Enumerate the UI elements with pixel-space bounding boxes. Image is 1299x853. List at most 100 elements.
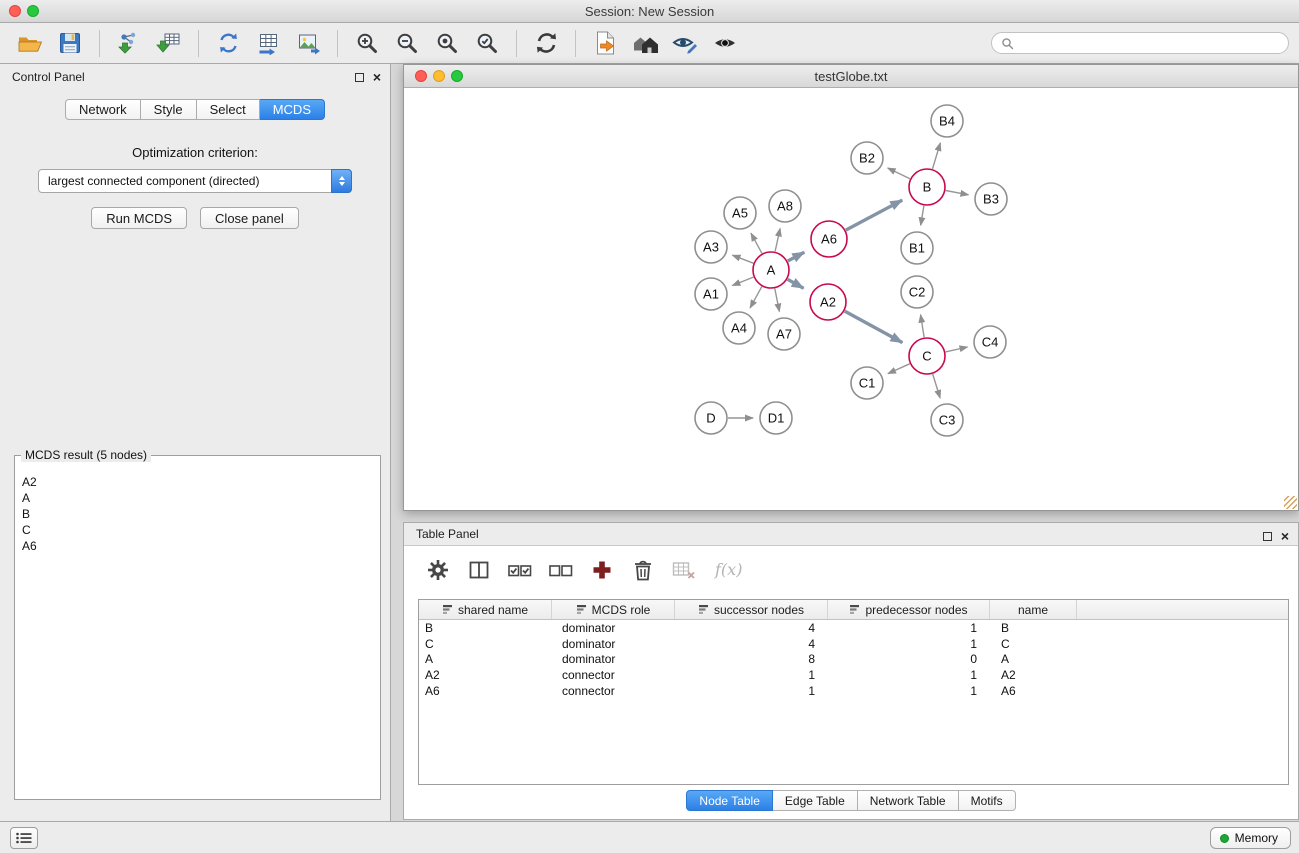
cell-mcds-role[interactable]: dominator: [552, 652, 675, 666]
cell-successor-nodes[interactable]: 1: [675, 684, 828, 698]
graph-edge-A-A2[interactable]: [788, 279, 804, 288]
float-table-panel-icon[interactable]: [1263, 532, 1272, 541]
graph-node-A4[interactable]: A4: [723, 312, 755, 344]
graph-edge-A-A3[interactable]: [733, 255, 754, 263]
import-network-file-button[interactable]: [109, 26, 149, 60]
table-row[interactable]: B dominator 4 1 B: [419, 620, 1288, 636]
cell-name[interactable]: A6: [990, 684, 1077, 698]
graph-edge-A2-C[interactable]: [845, 311, 903, 343]
column-header-shared-name[interactable]: shared name: [419, 600, 552, 619]
tab-network[interactable]: Network: [65, 99, 141, 120]
graph-node-C4[interactable]: C4: [974, 326, 1006, 358]
graph-node-A6[interactable]: A6: [811, 221, 847, 257]
export-image-button[interactable]: [288, 26, 328, 60]
deselect-all-button[interactable]: [547, 555, 575, 585]
graph-edge-A-A1[interactable]: [732, 277, 753, 285]
graph-edge-C-C1[interactable]: [888, 364, 910, 374]
table-row[interactable]: C dominator 4 1 C: [419, 636, 1288, 652]
graph-edge-A-A8[interactable]: [775, 229, 780, 252]
task-history-button[interactable]: [10, 827, 38, 849]
mcds-result-item[interactable]: A: [22, 490, 373, 506]
graph-edge-B-B3[interactable]: [946, 191, 969, 195]
search-box[interactable]: [991, 32, 1289, 54]
table-row[interactable]: A6 connector 1 1 A6: [419, 683, 1288, 699]
network-minimize-button[interactable]: [433, 70, 445, 82]
open-session-button[interactable]: [10, 26, 50, 60]
column-header-predecessor-nodes[interactable]: predecessor nodes: [828, 600, 990, 619]
tab-network-table[interactable]: Network Table: [858, 790, 959, 811]
graph-node-A1[interactable]: A1: [695, 278, 727, 310]
cell-mcds-role[interactable]: dominator: [552, 637, 675, 651]
cell-predecessor-nodes[interactable]: 1: [828, 621, 990, 635]
graph-edge-A-A4[interactable]: [750, 287, 762, 308]
graph-edge-A-A7[interactable]: [775, 289, 780, 312]
graph-edge-B-B4[interactable]: [933, 143, 941, 169]
cell-shared-name[interactable]: A6: [419, 684, 552, 698]
cell-name[interactable]: A: [990, 652, 1077, 666]
refresh-button[interactable]: [526, 26, 566, 60]
graph-node-B4[interactable]: B4: [931, 105, 963, 137]
cell-mcds-role[interactable]: connector: [552, 684, 675, 698]
tab-select[interactable]: Select: [197, 99, 260, 120]
graph-edge-A-A6[interactable]: [788, 252, 805, 261]
table-row[interactable]: A dominator 8 0 A: [419, 651, 1288, 667]
tab-node-table[interactable]: Node Table: [686, 790, 773, 811]
graph-node-D[interactable]: D: [695, 402, 727, 434]
cell-predecessor-nodes[interactable]: 1: [828, 637, 990, 651]
close-panel-button[interactable]: Close panel: [200, 207, 299, 229]
cell-predecessor-nodes[interactable]: 1: [828, 684, 990, 698]
network-window-titlebar[interactable]: testGlobe.txt: [404, 65, 1298, 88]
graph-edge-A-A5[interactable]: [751, 233, 762, 253]
network-graph[interactable]: B4B2BB3A5A8A6B1A3AC2A1A2A4A7C4CC1C3DD1: [404, 88, 1298, 510]
zoom-fit-button[interactable]: [427, 26, 467, 60]
cell-name[interactable]: B: [990, 621, 1077, 635]
graph-edge-B-B2[interactable]: [888, 168, 910, 179]
table-transfer-button[interactable]: [248, 26, 288, 60]
column-header-successor-nodes[interactable]: successor nodes: [675, 600, 828, 619]
delete-column-button[interactable]: [629, 555, 657, 585]
graph-node-D1[interactable]: D1: [760, 402, 792, 434]
column-header-mcds-role[interactable]: MCDS role: [552, 600, 675, 619]
close-panel-icon[interactable]: ×: [373, 70, 381, 84]
graph-node-B1[interactable]: B1: [901, 232, 933, 264]
graph-node-B2[interactable]: B2: [851, 142, 883, 174]
tab-motifs[interactable]: Motifs: [959, 790, 1016, 811]
cell-shared-name[interactable]: A: [419, 652, 552, 666]
cell-mcds-role[interactable]: dominator: [552, 621, 675, 635]
cell-shared-name[interactable]: A2: [419, 668, 552, 682]
close-window-button[interactable]: [9, 5, 21, 17]
graph-node-A5[interactable]: A5: [724, 197, 756, 229]
graph-edge-B-B1[interactable]: [921, 206, 924, 226]
cell-name[interactable]: A2: [990, 668, 1077, 682]
cell-successor-nodes[interactable]: 8: [675, 652, 828, 666]
cell-successor-nodes[interactable]: 1: [675, 668, 828, 682]
mcds-result-item[interactable]: A6: [22, 538, 373, 554]
zoom-out-button[interactable]: [387, 26, 427, 60]
zoom-selected-button[interactable]: [467, 26, 507, 60]
memory-button[interactable]: Memory: [1210, 827, 1291, 849]
run-mcds-button[interactable]: Run MCDS: [91, 207, 187, 229]
cell-shared-name[interactable]: B: [419, 621, 552, 635]
graph-edge-C-C4[interactable]: [946, 347, 968, 352]
home-button[interactable]: [625, 26, 665, 60]
graph-node-C2[interactable]: C2: [901, 276, 933, 308]
add-column-button[interactable]: [588, 555, 616, 585]
mcds-result-item[interactable]: C: [22, 522, 373, 538]
graph-node-B3[interactable]: B3: [975, 183, 1007, 215]
save-session-button[interactable]: [50, 26, 90, 60]
import-table-file-button[interactable]: [149, 26, 189, 60]
graph-edge-C-C3[interactable]: [933, 374, 940, 398]
cell-predecessor-nodes[interactable]: 1: [828, 668, 990, 682]
cell-successor-nodes[interactable]: 4: [675, 621, 828, 635]
table-settings-button[interactable]: [424, 555, 452, 585]
zoom-in-button[interactable]: [347, 26, 387, 60]
network-zoom-button[interactable]: [451, 70, 463, 82]
window-resize-grip[interactable]: [1284, 496, 1297, 509]
cell-mcds-role[interactable]: connector: [552, 668, 675, 682]
manage-columns-button[interactable]: [465, 555, 493, 585]
search-input[interactable]: [1019, 36, 1279, 50]
graph-node-C[interactable]: C: [909, 338, 945, 374]
tab-style[interactable]: Style: [141, 99, 197, 120]
graph-node-A[interactable]: A: [753, 252, 789, 288]
graph-node-A7[interactable]: A7: [768, 318, 800, 350]
